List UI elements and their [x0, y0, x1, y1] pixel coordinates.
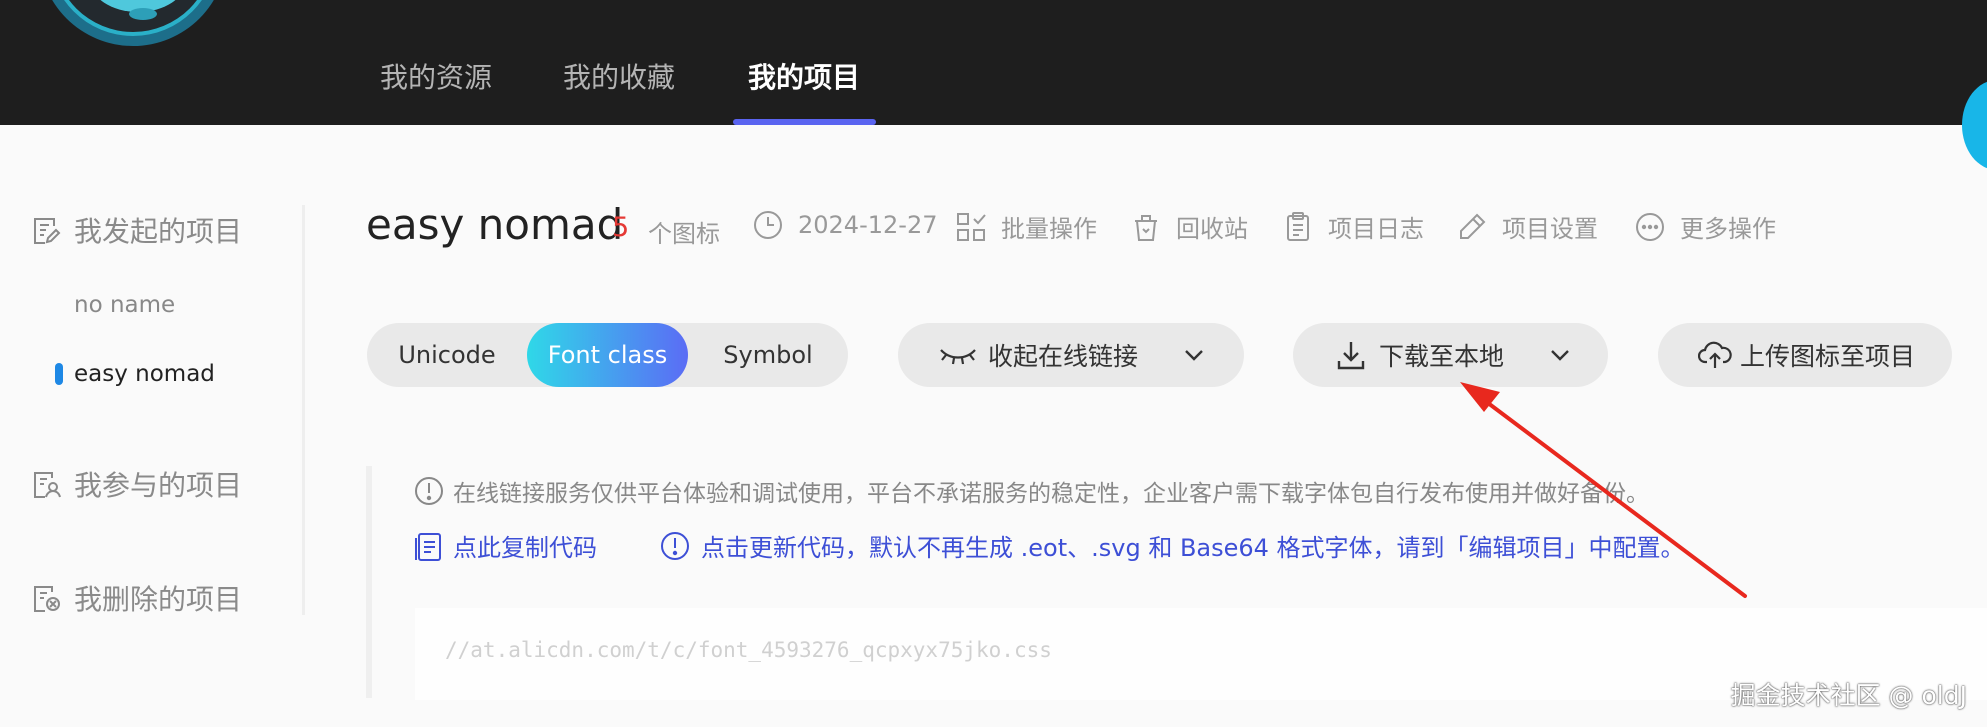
collapse-online-link-label: 收起在线链接 [988, 342, 1139, 371]
tab-unicode[interactable]: Unicode [367, 323, 527, 387]
project-log-label: 项目日志 [1328, 215, 1424, 243]
tab-font-class[interactable]: Font class [527, 323, 688, 387]
copy-code-label: 点此复制代码 [453, 534, 597, 562]
info-icon [661, 531, 689, 560]
watermark: 掘金技术社区 @ oldJ [1730, 681, 1967, 710]
sidebar-deleted-projects[interactable]: 我删除的项目 [30, 578, 242, 618]
info-icon [415, 477, 443, 505]
sidebar-item-easy-nomad[interactable]: easy nomad [74, 361, 215, 387]
project-settings-label: 项目设置 [1502, 215, 1598, 243]
copy-code-link[interactable]: 点此复制代码 [413, 528, 597, 563]
project-date: 2024-12-27 [752, 209, 937, 241]
upload-icons-button[interactable]: 上传图标至项目 [1658, 323, 1952, 387]
format-segmented-control: Unicode Font class Symbol [367, 323, 848, 387]
download-icon [1337, 342, 1365, 370]
sidebar-section-label: 我参与的项目 [74, 469, 243, 502]
batch-operation-label: 批量操作 [1001, 215, 1097, 243]
service-notice: 在线链接服务仅供平台体验和调试使用，平台不承诺服务的稳定性，企业客户需下载字体包… [413, 474, 1649, 508]
collapse-online-link-button[interactable]: 收起在线链接 [898, 323, 1244, 387]
download-local-button[interactable]: 下载至本地 [1293, 323, 1608, 387]
batch-operation-button[interactable]: 批量操作 [955, 209, 1097, 244]
eye-closed-icon [940, 349, 976, 365]
icon-count-label: 个图标 [648, 220, 720, 248]
notice-left-border [366, 466, 372, 698]
cloud-upload-icon [1698, 341, 1732, 368]
chevron-down-icon [1551, 350, 1569, 361]
more-icon [1636, 212, 1664, 241]
date-text: 2024-12-27 [798, 211, 938, 239]
service-notice-text: 在线链接服务仅供平台体验和调试使用，平台不承诺服务的稳定性，企业客户需下载字体包… [453, 481, 1649, 507]
top-header: 我的资源 我的收藏 我的项目 [0, 0, 1987, 125]
chevron-down-icon [1185, 350, 1203, 361]
more-actions-button[interactable]: 更多操作 [1634, 209, 1776, 244]
tab-my-projects[interactable]: 我的项目 [748, 56, 860, 96]
delete-document-icon [34, 586, 60, 612]
edit-document-icon [34, 218, 61, 244]
project-settings-button[interactable]: 项目设置 [1456, 209, 1598, 244]
grid-select-icon [957, 212, 986, 241]
app-root: { "nav": { "tabs": [ {"label": "我的资源"}, … [0, 0, 1987, 727]
sidebar-initiated-projects[interactable]: 我发起的项目 [30, 210, 242, 250]
icon-count: 5 [612, 212, 630, 243]
download-local-label: 下载至本地 [1379, 342, 1505, 371]
tab-my-favorites[interactable]: 我的收藏 [563, 56, 675, 96]
sidebar-section-label: 我删除的项目 [74, 583, 243, 616]
tab-symbol[interactable]: Symbol [688, 323, 848, 387]
avatar[interactable] [38, 0, 228, 74]
pencil-icon [1460, 213, 1486, 239]
clipboard-icon [1287, 211, 1309, 241]
sidebar-divider [302, 205, 305, 615]
update-code-label: 点击更新代码，默认不再生成 .eot、.svg 和 Base64 格式字体，请到… [701, 534, 1685, 562]
active-item-marker [55, 363, 63, 385]
recycle-bin-label: 回收站 [1176, 215, 1248, 243]
update-code-link[interactable]: 点击更新代码，默认不再生成 .eot、.svg 和 Base64 格式字体，请到… [659, 528, 1685, 563]
project-log-button[interactable]: 项目日志 [1282, 209, 1424, 244]
tab-my-resources[interactable]: 我的资源 [380, 56, 492, 96]
user-document-icon [34, 472, 61, 498]
active-tab-indicator [733, 119, 876, 125]
clock-icon [754, 211, 782, 239]
recycle-bin-button[interactable]: 回收站 [1130, 209, 1248, 244]
more-actions-label: 更多操作 [1680, 215, 1776, 243]
sidebar-section-label: 我发起的项目 [74, 215, 243, 248]
recycle-bin-icon [1135, 214, 1157, 241]
sidebar-participated-projects[interactable]: 我参与的项目 [30, 464, 242, 504]
css-link-code[interactable]: //at.alicdn.com/t/c/font_4593276_qcpxyx7… [445, 638, 1052, 662]
project-title: easy nomad [366, 200, 624, 249]
copy-document-icon [415, 532, 441, 561]
sidebar-item-no-name[interactable]: no name [74, 292, 175, 318]
upload-icons-label: 上传图标至项目 [1740, 342, 1916, 371]
